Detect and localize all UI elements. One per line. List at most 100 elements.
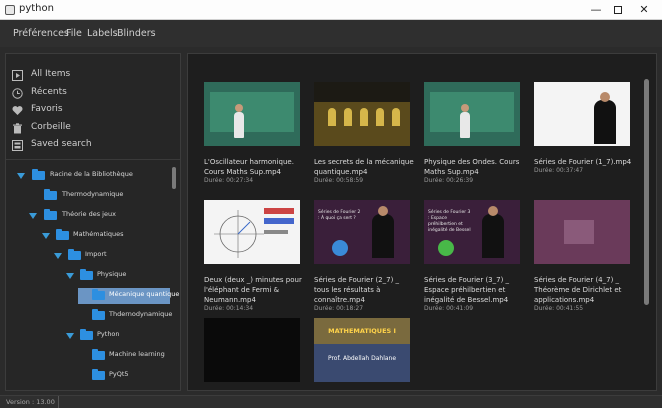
video-card[interactable]: Séries de Fourier (4_7) _ Théorème de Di… [534, 200, 634, 315]
play-icon [12, 70, 23, 81]
menu-blinders[interactable]: Blinders [117, 28, 156, 39]
nav-label: Saved search [31, 139, 92, 149]
tree-label: Thdernodynamique [109, 310, 173, 318]
folder-icon [56, 229, 69, 240]
video-thumbnail: Séries de Fourier 3 : Espace préhilberti… [424, 200, 520, 264]
tree-item-root[interactable]: Racine de la Bibliothèque [17, 168, 167, 184]
tree-item-mecanique-quantique[interactable]: Mécanique quantique [78, 288, 179, 304]
tree-label: Mathématiques [73, 230, 124, 238]
sidebar: All Items Récents Favoris Corbeille Save… [5, 53, 181, 391]
folder-icon [80, 329, 93, 340]
video-title: Séries de Fourier (3_7) _ Espace préhilb… [424, 276, 510, 304]
tree-item-import[interactable]: Import [54, 248, 164, 264]
folder-icon [68, 249, 81, 260]
speaker-figure [482, 206, 504, 258]
expand-arrow-icon[interactable] [66, 273, 74, 279]
folder-icon [92, 309, 105, 320]
board-graphic [210, 92, 294, 132]
tree-item-pyqt5[interactable]: PyQt5 [78, 368, 170, 384]
nav-saved-search[interactable]: Saved search [6, 137, 180, 154]
sidebar-scrollbar[interactable] [172, 167, 176, 189]
title-bar: python — ✕ [0, 0, 662, 20]
lecturer-head [235, 104, 243, 112]
video-card[interactable]: Deux (deux _) minutes pour l'éléphant de… [204, 200, 304, 315]
version-label: Version : 13.00 [6, 398, 55, 406]
menu-preferences[interactable]: Préférences [13, 28, 69, 39]
video-title: Les secrets de la mécanique quantique.mp… [314, 158, 414, 176]
diagram-graphic [214, 208, 294, 258]
video-card[interactable]: Physique des Ondes. Cours Maths Sup.mp4 … [424, 82, 524, 192]
arch-graphic [328, 108, 336, 126]
tree-label: Physique [97, 270, 127, 278]
nav-recents[interactable]: Récents [6, 85, 180, 102]
tree-label: Racine de la Bibliothèque [50, 170, 133, 178]
nav-label: Corbeille [31, 122, 71, 132]
video-card[interactable]: Les secrets de la mécanique quantique.mp… [314, 82, 414, 192]
video-card[interactable]: MATHEMATIQUES I Prof. Abdellah Dahlane [314, 318, 414, 382]
nav-favoris[interactable]: Favoris [6, 102, 180, 119]
tree-label: PyQt5 [109, 370, 129, 378]
app-icon [5, 5, 15, 15]
nav-all-items[interactable]: All Items [6, 67, 180, 84]
video-card[interactable]: Séries de Fourier 3 : Espace préhilberti… [424, 200, 524, 315]
board-graphic [430, 92, 514, 132]
video-card[interactable]: L'Oscillateur harmonique. Cours Maths Su… [204, 82, 304, 192]
tree-item-thermodynamique[interactable]: Thermodynamique [44, 188, 164, 204]
video-duration: Durée: 00:14:34 [204, 305, 254, 312]
divider [6, 159, 180, 160]
menu-labels[interactable]: Labels [87, 28, 118, 39]
tree-label: Thermodynamique [62, 190, 124, 198]
maximize-button[interactable] [604, 0, 632, 20]
nav-corbeille[interactable]: Corbeille [6, 120, 180, 137]
expand-arrow-icon[interactable] [42, 233, 50, 239]
menu-bar: Préférences File Labels Blinders [0, 20, 662, 47]
folder-icon [92, 369, 105, 380]
video-title: Séries de Fourier (2_7) _ tous les résul… [314, 276, 400, 304]
video-duration: Durée: 00:18:27 [314, 305, 364, 312]
grid-scrollbar[interactable] [644, 79, 649, 305]
folder-icon [44, 189, 57, 200]
expand-arrow-icon[interactable] [29, 213, 37, 219]
folder-icon [80, 269, 93, 280]
nav-label: All Items [31, 69, 71, 79]
tree-item-mathematiques[interactable]: Mathématiques [42, 228, 162, 244]
video-thumbnail: Séries de Fourier 2 : À quoi ça sert ? [314, 200, 410, 264]
menu-file[interactable]: File [66, 28, 82, 39]
expand-arrow-icon[interactable] [17, 173, 25, 179]
close-button[interactable]: ✕ [630, 0, 658, 20]
status-bar: Version : 13.00 [0, 395, 662, 408]
video-thumbnail [204, 200, 300, 264]
divider [58, 396, 59, 408]
lecturer-figure [234, 112, 244, 138]
tree-label: Théorie des jeux [62, 210, 116, 218]
gear-graphic [332, 240, 348, 256]
trash-icon [13, 123, 22, 134]
expand-arrow-icon[interactable] [66, 333, 74, 339]
video-duration: Durée: 00:41:09 [424, 305, 474, 312]
video-title: Séries de Fourier (1_7).mp4 [534, 158, 632, 166]
video-title: Séries de Fourier (4_7) _ Théorème de Di… [534, 276, 622, 304]
video-duration: Durée: 00:26:39 [424, 177, 474, 184]
video-thumbnail [204, 82, 300, 146]
folder-icon [32, 169, 45, 180]
tree-item-python[interactable]: Python [66, 328, 166, 344]
arch-graphic [344, 108, 352, 126]
clock-icon [12, 88, 23, 99]
tree-item-theorie-des-jeux[interactable]: Théorie des jeux [29, 208, 159, 224]
hall-graphic [314, 82, 410, 102]
expand-arrow-icon[interactable] [54, 253, 62, 259]
speaker-figure [594, 92, 616, 144]
speaker-figure [372, 206, 394, 258]
video-card[interactable] [204, 318, 304, 382]
video-card[interactable]: Séries de Fourier 2 : À quoi ça sert ? S… [314, 200, 414, 315]
thumbnail-caption: Séries de Fourier 3 : Espace préhilberti… [428, 210, 471, 233]
tree-item-machine-learning[interactable]: Machine learning [78, 348, 170, 364]
tree-item-thdernodynamique[interactable]: Thdernodynamique [78, 308, 173, 324]
tree-item-physique[interactable]: Physique [66, 268, 166, 284]
video-card[interactable]: Séries de Fourier (1_7).mp4 Durée: 00:37… [534, 82, 634, 192]
tree-label: Python [97, 330, 120, 338]
video-thumbnail: MATHEMATIQUES I Prof. Abdellah Dahlane [314, 318, 410, 382]
video-duration: Durée: 00:37:47 [534, 167, 584, 174]
lecturer-head [461, 104, 469, 112]
video-title: Physique des Ondes. Cours Maths Sup.mp4 [424, 158, 520, 176]
